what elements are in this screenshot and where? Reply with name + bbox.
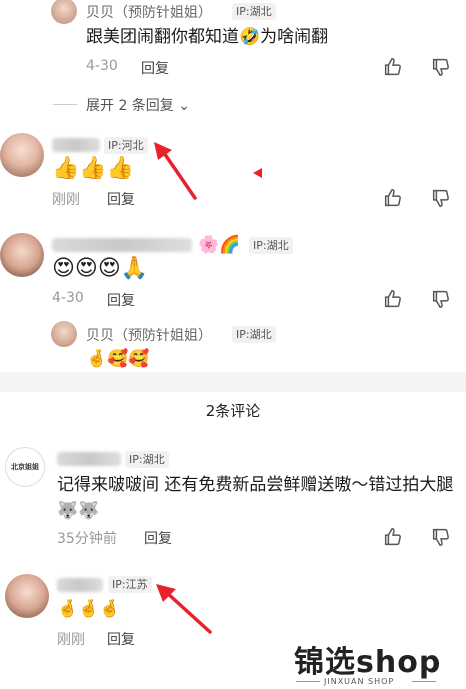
thumbs-up-icon[interactable] bbox=[382, 526, 404, 548]
chevron-down-icon: ⌄ bbox=[178, 98, 190, 114]
annotation-marker bbox=[253, 168, 262, 178]
divider-line bbox=[53, 104, 77, 105]
thumbs-up-icon[interactable] bbox=[382, 187, 404, 209]
expand-replies-button[interactable]: 展开 2 条回复 ⌄ bbox=[86, 95, 190, 115]
avatar[interactable] bbox=[51, 0, 77, 24]
thumbs-up-icon[interactable] bbox=[382, 288, 404, 310]
reply-button[interactable]: 回复 bbox=[107, 290, 135, 310]
comment-emojis: 😍😍😍🙏 bbox=[52, 256, 149, 281]
divider-line bbox=[296, 681, 320, 682]
reply-button[interactable]: 回复 bbox=[107, 629, 135, 649]
thumbs-down-icon[interactable] bbox=[430, 56, 452, 78]
username-redacted[interactable] bbox=[57, 452, 121, 466]
username-redacted[interactable] bbox=[52, 138, 100, 152]
section-header: 2条评论 bbox=[0, 392, 466, 428]
avatar[interactable]: 北京姐姐 bbox=[5, 447, 45, 487]
comment-author[interactable]: 贝贝（预防针姐姐） bbox=[86, 325, 212, 345]
comment-count-title: 2条评论 bbox=[205, 401, 261, 420]
reply-button[interactable]: 回复 bbox=[144, 528, 172, 548]
thumbs-down-icon[interactable] bbox=[430, 288, 452, 310]
comment-emojis: 🤞🥰🥰 bbox=[86, 349, 150, 369]
comment-text: 记得来啵啵间 还有免费新品尝鲜赠送嗷～错过拍大腿🐺🐺 bbox=[57, 475, 454, 521]
divider-line bbox=[412, 681, 436, 682]
expand-replies-label: 展开 2 条回复 bbox=[86, 98, 174, 114]
ip-location-badge: IP:湖北 bbox=[232, 3, 276, 20]
comment-time: 35分钟前 bbox=[57, 531, 117, 547]
annotation-arrow bbox=[154, 142, 197, 200]
username-redacted[interactable] bbox=[52, 238, 192, 252]
section-divider bbox=[0, 372, 466, 392]
ip-location-badge: IP:湖北 bbox=[125, 451, 169, 468]
brand-logo-subtext: JINXUAN SHOP bbox=[324, 677, 395, 686]
username-redacted[interactable] bbox=[57, 578, 103, 592]
brand-watermark: 锦选shop JINXUAN SHOP bbox=[266, 637, 466, 689]
comment-author[interactable]: 贝贝（预防针姐姐） bbox=[86, 2, 212, 22]
thumbs-down-icon[interactable] bbox=[430, 526, 452, 548]
comment-emojis: 👍👍👍 bbox=[52, 156, 135, 181]
avatar[interactable] bbox=[0, 133, 44, 177]
comment-time: 4-30 bbox=[86, 58, 118, 74]
brand-logo-text: 锦选shop bbox=[294, 645, 442, 680]
ip-location-badge: IP:河北 bbox=[104, 137, 148, 154]
comment-time: 4-30 bbox=[52, 290, 84, 306]
username-decoration: 🌸🌈 bbox=[198, 235, 241, 255]
avatar-logo-text: 北京姐姐 bbox=[11, 463, 39, 471]
annotation-arrow bbox=[156, 584, 212, 634]
thumbs-up-icon[interactable] bbox=[382, 56, 404, 78]
comment-text: 跟美团闹翻你都知道🤣为啥闹翻 bbox=[86, 27, 329, 47]
avatar[interactable] bbox=[5, 574, 49, 618]
reply-button[interactable]: 回复 bbox=[107, 189, 135, 209]
ip-location-badge: IP:湖北 bbox=[249, 237, 293, 254]
ip-location-badge: IP:湖北 bbox=[232, 326, 276, 343]
thumbs-down-icon[interactable] bbox=[430, 187, 452, 209]
ip-location-badge: IP:江苏 bbox=[108, 576, 152, 593]
reply-button[interactable]: 回复 bbox=[141, 58, 169, 78]
comment-time: 刚刚 bbox=[57, 632, 85, 648]
avatar[interactable] bbox=[51, 321, 77, 347]
comment-time: 刚刚 bbox=[52, 192, 80, 208]
avatar[interactable] bbox=[0, 233, 44, 277]
comment-emojis: 🤞🤞🤞 bbox=[57, 599, 121, 619]
